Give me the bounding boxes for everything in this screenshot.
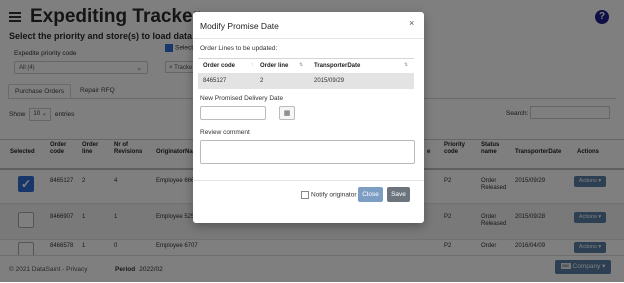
new-date-label: New Promised Delivery Date — [200, 95, 284, 102]
col-order-code[interactable]: Order code — [203, 63, 235, 69]
close-button[interactable]: Close — [358, 187, 383, 202]
cell-transporter-date: 2015/09/29 — [314, 78, 345, 84]
col-order-line[interactable]: Order line — [260, 63, 288, 69]
order-lines-header: Order code ↑ Order line ⇅ TransporterDat… — [198, 58, 414, 74]
cell-order-line: 2 — [260, 78, 264, 84]
sort-asc-icon: ↑ — [251, 62, 254, 68]
calendar-icon[interactable]: ▦ — [279, 106, 295, 120]
dialog-footer-divider — [193, 180, 424, 181]
order-line-row: 8465127 2 2015/09/29 — [198, 73, 414, 89]
save-button[interactable]: Save — [387, 187, 410, 202]
review-comment-label: Review comment — [200, 129, 250, 136]
review-comment-textarea[interactable] — [200, 140, 415, 164]
order-lines-label: Order Lines to be updated: — [200, 45, 278, 52]
dialog-title: Modify Promise Date — [200, 21, 279, 31]
cell-order-code: 8465127 — [203, 78, 227, 84]
new-date-input[interactable] — [200, 106, 266, 120]
notify-originator-label: Notify originator — [311, 191, 357, 199]
close-icon[interactable]: × — [409, 18, 414, 28]
notify-originator-checkbox[interactable]: Notify originator — [301, 191, 357, 199]
sort-icon: ⇅ — [404, 62, 409, 68]
modify-promise-date-dialog: Modify Promise Date × Order Lines to be … — [193, 12, 424, 223]
checkbox-icon — [301, 191, 309, 199]
dialog-header-divider — [193, 38, 424, 39]
col-transporter-date[interactable]: TransporterDate — [314, 63, 360, 69]
sort-icon: ⇅ — [299, 62, 304, 68]
